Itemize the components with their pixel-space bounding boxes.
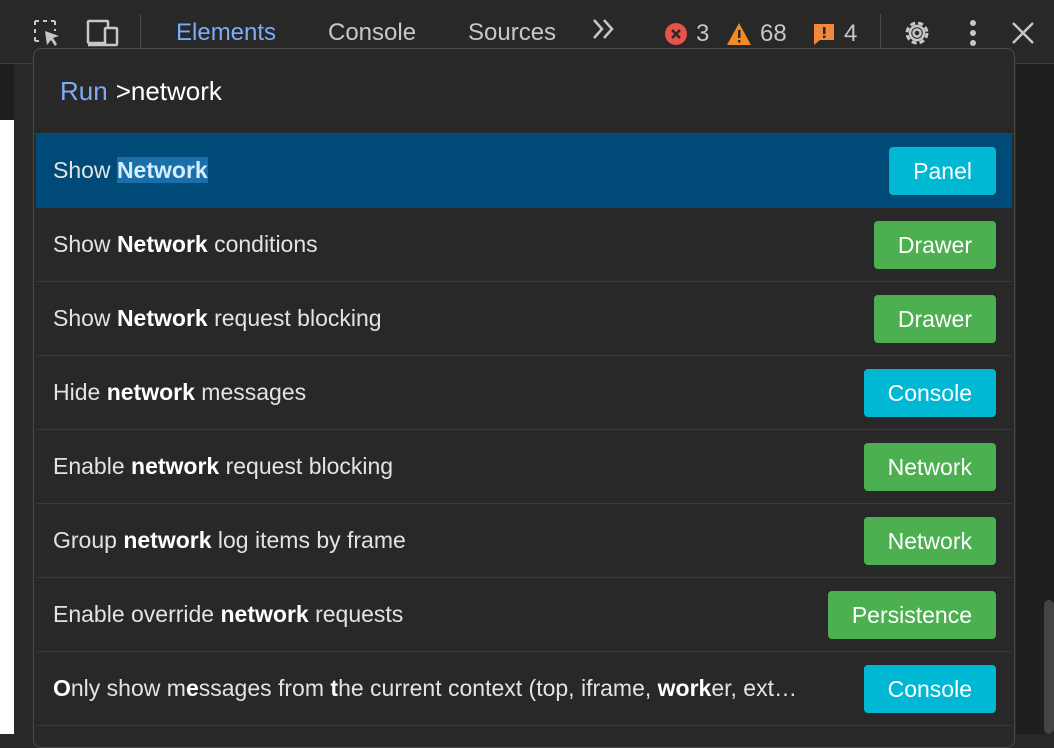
command-item-match: network: [131, 453, 220, 479]
error-icon: [664, 22, 688, 46]
command-item-text: Show: [53, 157, 117, 183]
command-item-text: requests: [308, 601, 404, 627]
command-category-badge: Persistence: [827, 591, 996, 639]
command-palette: Run >network Show Network Panel Show Netwo…: [33, 48, 1015, 748]
device-toggle-icon[interactable]: [86, 16, 120, 50]
tab-console[interactable]: Console: [328, 18, 416, 48]
background-left-panel: [0, 64, 14, 734]
command-item-text: log items by frame: [211, 527, 406, 553]
command-item-text: he current context (top, iframe,: [338, 675, 658, 701]
command-item-match: Network: [116, 305, 208, 331]
command-item-label: Only show messages from the current cont…: [53, 675, 797, 702]
command-item-match: e: [185, 675, 199, 701]
inspect-element-icon[interactable]: [30, 16, 64, 50]
command-item-text: Enable override: [53, 601, 221, 627]
gear-icon[interactable]: [900, 16, 934, 50]
command-item-text: Show: [53, 231, 117, 257]
command-item[interactable]: Hide network messages Console: [36, 356, 1012, 430]
command-item-label: Show Network conditions: [53, 231, 318, 258]
command-query: >network: [115, 75, 222, 106]
command-item-text: nly show m: [70, 675, 186, 701]
command-category-badge: Drawer: [873, 221, 996, 269]
command-item[interactable]: Enable override network requests Persiste…: [36, 578, 1012, 652]
command-item-match: Network: [116, 231, 208, 257]
command-category-badge: Drawer: [873, 295, 996, 343]
command-item-label: Show Network request blocking: [53, 305, 382, 332]
more-vert-icon[interactable]: [956, 16, 990, 50]
command-item[interactable]: Group network log items by frame Network: [36, 504, 1012, 578]
command-item-label: Hide network messages: [53, 379, 306, 406]
command-item-match: network: [220, 601, 309, 627]
command-prefix: Run: [60, 75, 108, 106]
command-item-text: Enable: [53, 453, 132, 479]
warning-counter[interactable]: 68: [726, 20, 787, 48]
command-category-badge: Console: [863, 369, 996, 417]
tab-sources[interactable]: Sources: [468, 18, 556, 48]
command-item-text: messages: [194, 379, 307, 405]
command-item-match: Network: [116, 157, 208, 183]
command-item[interactable]: Show Network Panel: [36, 134, 1012, 208]
warning-icon: [726, 22, 752, 46]
chevron-double-right-icon: [593, 19, 614, 39]
command-item[interactable]: Enable network request blocking Network: [36, 430, 1012, 504]
command-item-label: Enable network request blocking: [53, 453, 393, 480]
command-item-text: request blocking: [207, 305, 382, 331]
error-count: 3: [696, 20, 710, 47]
background-page: [0, 120, 14, 734]
command-item-match: network: [123, 527, 212, 553]
command-input[interactable]: Run >network: [34, 49, 1014, 134]
command-category-badge: Panel: [889, 147, 996, 195]
command-item-label: Show Network: [53, 157, 208, 184]
command-item-text: er, ext…: [711, 675, 797, 701]
command-item-match: network: [106, 379, 195, 405]
issue-counter[interactable]: 4: [812, 20, 857, 48]
issue-icon: [812, 22, 836, 46]
command-item-text: Group: [53, 527, 124, 553]
command-list: Show Network Panel Show Network conditions…: [36, 134, 1012, 726]
command-category-badge: Network: [863, 517, 996, 565]
command-category-badge: Network: [863, 443, 996, 491]
tab-elements[interactable]: Elements: [176, 18, 276, 48]
command-item[interactable]: Show Network conditions Drawer: [36, 208, 1012, 282]
command-item-match: work: [657, 675, 712, 701]
warning-count: 68: [760, 20, 787, 47]
command-item-label: Group network log items by frame: [53, 527, 406, 554]
command-category-badge: Console: [863, 665, 996, 713]
command-item-text: conditions: [207, 231, 318, 257]
background-right-gutter: [1016, 64, 1054, 734]
toolbar-divider: [140, 14, 141, 50]
command-item-label: Enable override network requests: [53, 601, 403, 628]
close-icon[interactable]: [1006, 16, 1040, 50]
issue-count: 4: [844, 20, 858, 47]
command-item-text: request blocking: [219, 453, 394, 479]
background-scroll-thumb[interactable]: [1044, 600, 1054, 734]
error-counter[interactable]: 3: [664, 20, 709, 48]
toolbar-divider: [880, 14, 881, 50]
command-item-match: t: [330, 675, 339, 701]
command-item-match: O: [53, 675, 71, 701]
command-item[interactable]: Show Network request blocking Drawer: [36, 282, 1012, 356]
command-item-text: ssages from: [198, 675, 331, 701]
command-item-text: Show: [53, 305, 117, 331]
command-item[interactable]: Only show messages from the current cont…: [36, 652, 1012, 726]
command-item-text: Hide: [53, 379, 107, 405]
more-tabs-button[interactable]: [590, 15, 618, 49]
